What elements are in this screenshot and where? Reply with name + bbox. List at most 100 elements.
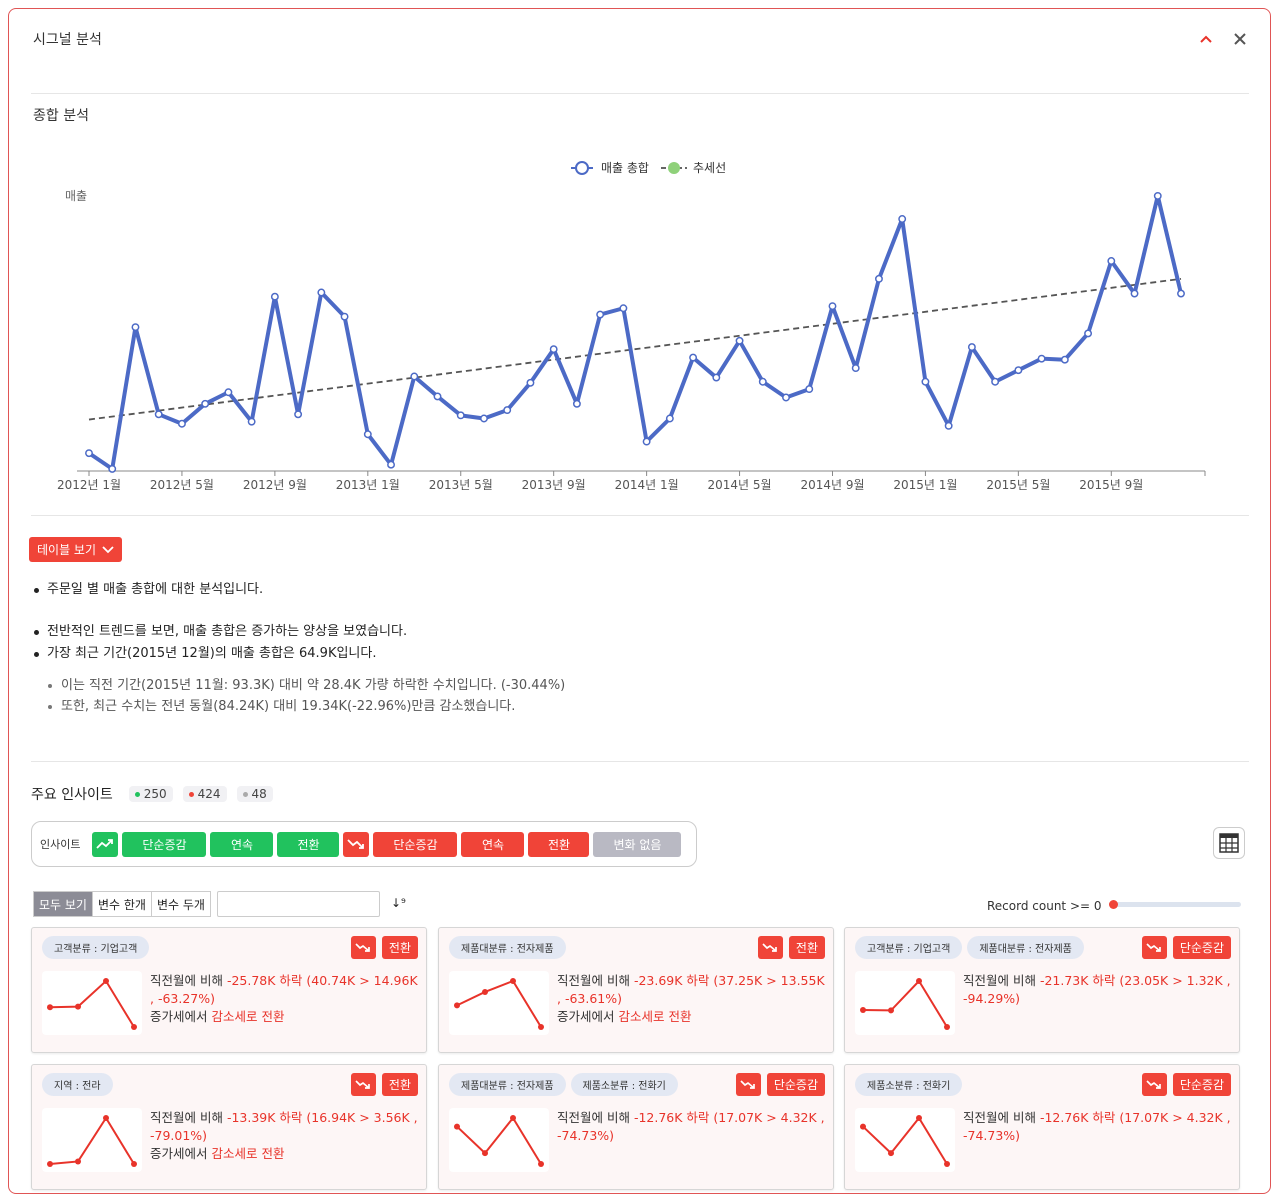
card-tag[interactable]: 고객분류 : 기업고객 bbox=[42, 936, 150, 959]
card-tag[interactable]: 제품대분류 : 전자제품 bbox=[449, 936, 566, 959]
chip-up-simple[interactable]: 단순증감 bbox=[122, 831, 207, 857]
chip-down-turn[interactable]: 전환 bbox=[528, 831, 590, 857]
sales-data-point[interactable] bbox=[456, 411, 465, 420]
sales-data-point[interactable] bbox=[665, 414, 674, 423]
insight-type-badge: 전환 bbox=[788, 936, 825, 959]
trend-down-filter[interactable] bbox=[343, 831, 370, 857]
card-tags: 제품대분류 : 전자제품 제품소분류 : 전화기 bbox=[449, 1073, 678, 1096]
sales-data-point[interactable] bbox=[712, 373, 721, 382]
sales-data-point[interactable] bbox=[735, 336, 744, 345]
sales-data-point[interactable] bbox=[944, 421, 953, 430]
chip-down-simple[interactable]: 단순증감 bbox=[373, 831, 458, 857]
sales-data-point[interactable] bbox=[1107, 257, 1116, 265]
card-turn-text: 증가세에서 감소세로 전환 bbox=[150, 1146, 285, 1161]
sparkline-point bbox=[103, 1115, 109, 1121]
seg-two-variables[interactable]: 변수 두개 bbox=[152, 892, 210, 916]
insight-card[interactable]: 제품소분류 : 전화기 단순증감 직전월에 비해 -12.76K 하락 (17.… bbox=[844, 1064, 1240, 1190]
sales-data-point[interactable] bbox=[224, 388, 233, 397]
sales-data-point[interactable] bbox=[828, 302, 837, 311]
sales-data-point[interactable] bbox=[782, 393, 790, 402]
slider-knob[interactable] bbox=[1109, 900, 1118, 909]
legend-item-sales[interactable]: 매출 총합 bbox=[571, 161, 649, 175]
close-button[interactable] bbox=[1232, 31, 1248, 47]
sales-data-point[interactable] bbox=[1084, 329, 1093, 338]
sales-data-point[interactable] bbox=[596, 310, 605, 319]
sales-data-point[interactable] bbox=[131, 323, 140, 332]
insight-card[interactable]: 제품대분류 : 전자제품 전환 직전월에 비해 -23.69K 하락 (37.2… bbox=[438, 927, 834, 1053]
insight-card[interactable]: 고객분류 : 기업고객 제품대분류 : 전자제품 단순증감 직전월에 비해 -21… bbox=[844, 927, 1240, 1053]
collapse-button[interactable] bbox=[1198, 31, 1214, 47]
sales-data-point[interactable] bbox=[805, 385, 814, 394]
insight-type-badge: 단순증감 bbox=[1172, 1073, 1231, 1096]
sales-data-point[interactable] bbox=[967, 343, 976, 352]
sparkline-point bbox=[454, 1002, 460, 1009]
search-input[interactable] bbox=[217, 891, 380, 917]
sales-data-point[interactable] bbox=[340, 312, 349, 321]
sales-data-point[interactable] bbox=[1153, 191, 1162, 200]
sort-button[interactable]: ↓⁹ bbox=[391, 896, 406, 910]
x-tick-label: 2014년 5월 bbox=[708, 478, 772, 492]
sales-data-point[interactable] bbox=[758, 377, 767, 386]
sales-data-point[interactable] bbox=[572, 399, 581, 408]
card-sparkline bbox=[42, 1108, 142, 1172]
sparkline-point bbox=[131, 1161, 137, 1167]
sales-data-point[interactable] bbox=[247, 417, 256, 426]
sales-data-point[interactable] bbox=[154, 410, 163, 419]
record-count-slider[interactable] bbox=[1109, 900, 1241, 909]
sparkline-point bbox=[860, 1123, 866, 1130]
card-tag[interactable]: 제품대분류 : 전자제품 bbox=[449, 1073, 566, 1096]
sales-data-point[interactable] bbox=[851, 364, 860, 373]
sales-data-point[interactable] bbox=[503, 406, 512, 415]
sales-data-point[interactable] bbox=[1130, 289, 1139, 298]
sales-data-point[interactable] bbox=[921, 377, 930, 386]
sales-data-point[interactable] bbox=[85, 449, 93, 458]
chip-down-continuous[interactable]: 연속 bbox=[461, 831, 525, 857]
sales-data-point[interactable] bbox=[433, 392, 442, 401]
sales-data-point[interactable] bbox=[317, 288, 326, 297]
sales-data-point[interactable] bbox=[619, 304, 628, 313]
card-tags: 고객분류 : 기업고객 제품대분류 : 전자제품 bbox=[855, 936, 1084, 959]
table-grid-button[interactable] bbox=[1213, 827, 1245, 859]
card-tag[interactable]: 지역 : 전라 bbox=[42, 1073, 113, 1096]
sales-data-point[interactable] bbox=[177, 419, 186, 428]
card-tag[interactable]: 제품소분류 : 전화기 bbox=[855, 1073, 963, 1096]
sales-series-line bbox=[87, 193, 1183, 471]
x-tick-label: 2013년 1월 bbox=[336, 478, 400, 492]
trend-up-filter[interactable] bbox=[92, 831, 119, 857]
sales-data-point[interactable] bbox=[1037, 354, 1046, 363]
card-tag[interactable]: 고객분류 : 기업고객 bbox=[855, 936, 963, 959]
sales-data-point[interactable] bbox=[480, 414, 488, 423]
insight-card[interactable]: 지역 : 전라 전환 직전월에 비해 -13.39K 하락 (16.94K > … bbox=[31, 1064, 427, 1190]
table-grid-icon bbox=[1219, 833, 1239, 853]
sales-data-point[interactable] bbox=[991, 377, 1000, 386]
sales-data-point[interactable] bbox=[642, 437, 651, 446]
seg-one-variable[interactable]: 변수 한개 bbox=[93, 892, 152, 916]
sales-data-point[interactable] bbox=[1060, 355, 1069, 364]
chip-up-turn[interactable]: 전환 bbox=[277, 831, 340, 857]
sales-data-point[interactable] bbox=[410, 372, 419, 381]
sales-data-point[interactable] bbox=[363, 430, 372, 439]
sales-data-point[interactable] bbox=[1177, 289, 1185, 298]
table-view-button[interactable]: 테이블 보기 bbox=[29, 537, 123, 562]
chip-no-change[interactable]: 변화 없음 bbox=[593, 831, 682, 857]
sales-data-point[interactable] bbox=[689, 353, 698, 362]
seg-all[interactable]: 모두 보기 bbox=[34, 892, 93, 916]
sales-data-point[interactable] bbox=[108, 464, 117, 473]
chip-up-continuous[interactable]: 연속 bbox=[210, 831, 274, 857]
sales-data-point[interactable] bbox=[270, 292, 279, 301]
sales-data-point[interactable] bbox=[201, 399, 210, 408]
sales-data-point[interactable] bbox=[549, 345, 558, 354]
sales-data-point[interactable] bbox=[1014, 366, 1023, 375]
legend-item-trend[interactable]: 추세선 bbox=[661, 161, 726, 175]
card-tag[interactable]: 제품소분류 : 전화기 bbox=[570, 1073, 678, 1096]
red-dot-icon bbox=[188, 791, 194, 797]
insight-card[interactable]: 고객분류 : 기업고객 전환 직전월에 비해 -25.78K 하락 (40.74… bbox=[31, 927, 427, 1053]
sales-data-point[interactable] bbox=[387, 460, 395, 469]
sales-data-point[interactable] bbox=[294, 410, 303, 419]
insight-card[interactable]: 제품대분류 : 전자제품 제품소분류 : 전화기 단순증감 직전월에 비해 -12… bbox=[438, 1064, 834, 1190]
sales-data-point[interactable] bbox=[875, 274, 883, 283]
sales-data-point[interactable] bbox=[898, 215, 907, 223]
sparkline-point bbox=[482, 988, 488, 995]
card-tag[interactable]: 제품대분류 : 전자제품 bbox=[967, 936, 1084, 959]
sales-data-point[interactable] bbox=[526, 378, 535, 387]
